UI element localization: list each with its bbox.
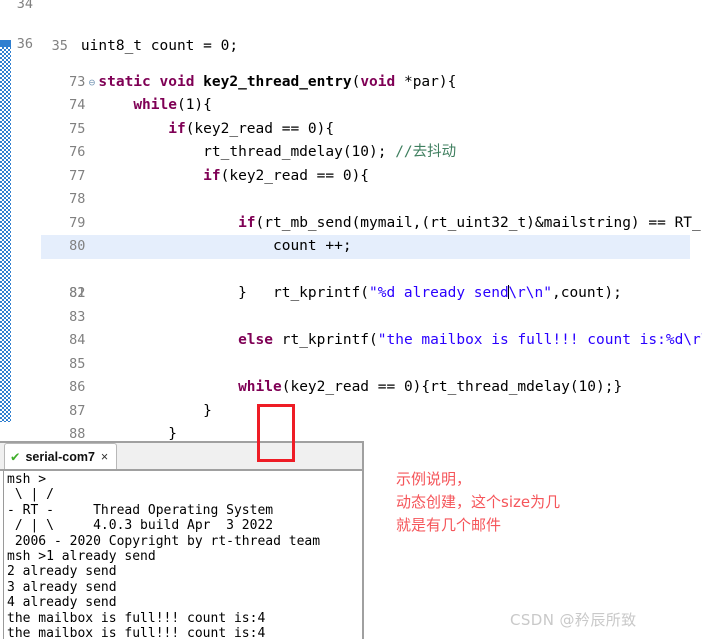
red-highlight-box <box>257 404 295 462</box>
csdn-watermark: CSDN @矜辰所致 <box>510 611 637 629</box>
line-number: 73 <box>69 73 86 90</box>
code-line-82: 82 } <box>0 259 702 301</box>
code-editor[interactable]: 34 35 uint8_t count = 0; 36 73 ⊖ static voi… <box>0 0 702 443</box>
line-number: 86 <box>69 379 86 395</box>
serial-terminal-panel[interactable]: ✔ serial-com7 × msh > \ | / - RT - Threa… <box>0 441 364 639</box>
line-number: 35 <box>51 37 68 54</box>
code-line-79: 79 if(rt_mb_send(mymail,(rt_uint32_t)&ma… <box>0 188 702 231</box>
code-text: rt_thread_mdelay(10); //去抖动 <box>98 144 457 160</box>
code-text: if(key2_read == 0){ <box>168 120 335 137</box>
close-icon[interactable]: × <box>101 450 108 464</box>
code-text: while(1){ <box>133 97 212 113</box>
check-icon: ✔ <box>11 448 20 465</box>
tab-label: serial-com7 <box>25 449 95 464</box>
line-number: 77 <box>69 167 86 184</box>
line-number: 74 <box>69 97 86 113</box>
line-number: 75 <box>69 120 86 137</box>
change-bar <box>0 47 11 422</box>
line-number: 76 <box>69 144 86 160</box>
line-number: 80 <box>69 238 86 254</box>
line-number: 82 <box>69 285 86 301</box>
code-text: uint8_t count = 0; <box>80 37 239 54</box>
change-bar-cap <box>0 40 11 47</box>
line-number: 87 <box>69 402 86 419</box>
terminal-output-area[interactable]: msh > \ | / - RT - Thread Operating Syst… <box>0 469 364 639</box>
line-number: 34 <box>16 0 33 10</box>
code-text: else rt_kprintf("the mailbox is full!!! … <box>238 332 702 348</box>
code-text: if(key2_read == 0){ <box>203 167 370 184</box>
line-number: 78 <box>69 191 86 207</box>
code-text: if(rt_mb_send(mymail,(rt_uint32_t)&mails… <box>238 214 702 231</box>
line-number: 85 <box>69 355 86 372</box>
code-line-35: 35 uint8_t count = 0; <box>0 11 238 54</box>
code-line-86: 86 while(key2_read == 0){rt_thread_mdela… <box>0 353 702 395</box>
terminal-left-rule <box>3 471 4 639</box>
inline-comment: //去抖动 <box>395 144 457 160</box>
code-text: while(key2_read == 0){rt_thread_mdelay(1… <box>238 379 623 395</box>
code-text: } <box>98 402 212 419</box>
code-text: count ++; <box>98 238 352 254</box>
terminal-output-text: msh > \ | / - RT - Thread Operating Syst… <box>7 472 321 639</box>
line-number: 84 <box>69 332 86 348</box>
code-line-84: 84 else rt_kprintf("the mailbox is full!… <box>0 306 702 348</box>
code-text: static void key2_thread_entry(void *par)… <box>98 73 457 90</box>
code-text: } <box>98 285 247 301</box>
code-block: 73 ⊖ static void key2_thread_entry(void *p… <box>0 47 702 443</box>
code-text: } <box>98 426 177 442</box>
tab-serial-com7[interactable]: ✔ serial-com7 × <box>4 443 118 469</box>
code-line-34-partial: 34 <box>0 0 702 10</box>
line-number: 79 <box>69 214 86 231</box>
line-number: 83 <box>69 308 86 325</box>
fold-collapse-icon[interactable]: ⊖ <box>85 71 98 95</box>
chinese-annotation-note: 示例说明， 动态创建，这个size为几 就是有几个邮件 <box>396 470 561 534</box>
line-number: 88 <box>69 426 86 442</box>
